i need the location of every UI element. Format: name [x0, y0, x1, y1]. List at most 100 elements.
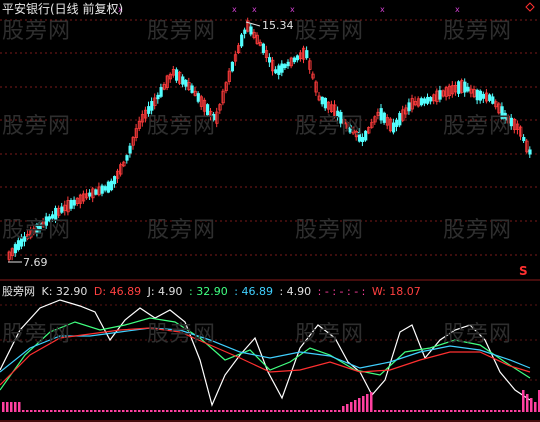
watermark-2: 股旁网	[295, 19, 365, 44]
vol-bar-116	[466, 410, 469, 412]
candle-32	[106, 181, 110, 193]
vol-bar-104	[418, 410, 421, 412]
candle-120	[379, 108, 383, 121]
vol-bar-79	[318, 410, 321, 412]
candle-39	[128, 145, 132, 154]
vol-bar-93	[374, 410, 377, 412]
candle-78	[249, 26, 253, 35]
vol-bar-118	[474, 410, 477, 412]
candle-88	[280, 63, 284, 73]
vol-bar-45	[182, 410, 185, 412]
vol-bar-80	[322, 410, 325, 412]
vol-bar-62	[250, 410, 253, 412]
vol-bar-9	[38, 410, 41, 412]
watermark-0: 股旁网	[2, 19, 72, 44]
vol-bar-49	[198, 410, 201, 412]
candle-129	[407, 102, 411, 112]
vol-bar-114	[458, 410, 461, 412]
vol-bar-68	[274, 410, 277, 412]
vol-bar-37	[150, 410, 153, 412]
vol-bar-22	[90, 410, 93, 412]
candle-153	[481, 93, 486, 99]
vol-bar-69	[278, 410, 281, 412]
candle-145	[457, 81, 461, 94]
candle-124	[391, 122, 396, 133]
vol-bar-129	[518, 410, 521, 412]
vol-bar-64	[258, 410, 261, 412]
vol-bar-25	[102, 410, 105, 412]
low-price-label: 7.69	[23, 256, 48, 269]
value-2: : 46.89	[234, 285, 273, 298]
vol-bar-130	[522, 390, 525, 412]
vol-bar-106	[426, 410, 429, 412]
vol-bar-98	[394, 410, 397, 412]
vol-bar-53	[214, 410, 217, 412]
vol-bar-58	[234, 410, 237, 412]
vol-bar-18	[74, 410, 77, 412]
vol-bar-0	[2, 402, 5, 412]
vol-bar-8	[34, 410, 37, 412]
vol-bar-12	[50, 410, 53, 412]
vol-bar-74	[298, 410, 301, 412]
vol-bar-122	[490, 410, 493, 412]
candle-89	[283, 64, 287, 69]
candle-152	[478, 90, 483, 101]
vol-bar-54	[218, 410, 221, 412]
vol-bar-70	[282, 410, 285, 412]
vol-bar-14	[58, 410, 61, 412]
candle-166	[522, 137, 526, 142]
vol-bar-113	[454, 410, 457, 412]
vol-bar-17	[70, 410, 73, 412]
candle-57	[184, 79, 188, 87]
vol-bar-76	[306, 410, 309, 412]
vol-bar-23	[94, 410, 97, 412]
candle-75	[240, 34, 244, 47]
vol-bar-16	[66, 410, 69, 412]
vol-bar-97	[390, 410, 393, 412]
vol-bar-21	[86, 410, 89, 412]
vol-bar-35	[142, 410, 145, 412]
candle-115	[364, 130, 368, 141]
diamond-icon	[525, 2, 535, 12]
vol-bar-132	[530, 398, 533, 412]
candle-34	[113, 176, 117, 185]
vol-bar-125	[502, 410, 505, 412]
vol-bar-75	[302, 410, 305, 412]
vol-bar-31	[126, 410, 129, 412]
candle-147	[463, 81, 467, 93]
vol-bar-32	[130, 410, 133, 412]
w-value: W: 18.07	[371, 285, 421, 298]
vol-bar-131	[526, 394, 529, 412]
watermark-14: 股旁网	[295, 322, 365, 347]
top-marker-4: x	[380, 5, 385, 14]
candle-86	[274, 69, 278, 74]
vol-bar-83	[334, 410, 337, 412]
candle-84	[267, 57, 272, 63]
watermark-9: 股旁网	[147, 218, 217, 243]
vol-bar-41	[166, 410, 169, 412]
vol-bar-77	[310, 410, 313, 412]
candle-33	[109, 180, 114, 191]
candle-90	[286, 61, 290, 67]
vol-bar-107	[430, 410, 433, 412]
vol-bar-92	[370, 392, 373, 412]
vol-bar-29	[118, 410, 121, 412]
vol-bar-126	[506, 410, 509, 412]
vol-bar-101	[406, 410, 409, 412]
watermark-15: 股旁网	[443, 322, 513, 347]
vol-bar-108	[434, 410, 437, 412]
vol-bar-84	[338, 410, 341, 412]
candle-72	[230, 61, 234, 72]
vol-bar-38	[154, 410, 157, 412]
vol-bar-56	[226, 410, 229, 412]
vol-bar-39	[158, 410, 161, 412]
vol-bar-123	[494, 410, 497, 412]
candle-28	[94, 189, 98, 195]
watermark-11: 股旁网	[443, 218, 513, 243]
vol-bar-46	[186, 410, 189, 412]
kline-chart[interactable]: xxxxxx	[0, 0, 540, 422]
watermark-10: 股旁网	[295, 218, 365, 243]
vol-bar-50	[202, 410, 205, 412]
candle-30	[100, 185, 104, 194]
vol-bar-24	[98, 410, 101, 412]
